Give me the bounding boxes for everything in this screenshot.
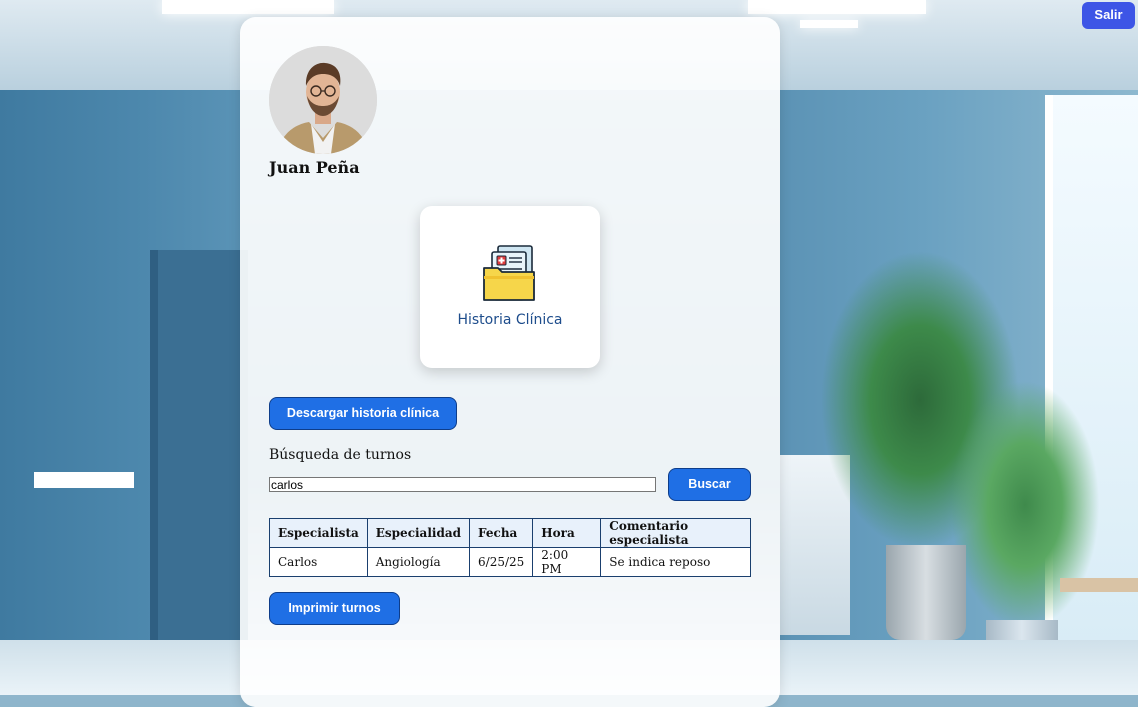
cell-date: 6/25/25: [469, 547, 534, 577]
print-appointments-button[interactable]: Imprimir turnos: [269, 592, 400, 625]
column-header-date: Fecha: [469, 518, 534, 548]
user-photo: [269, 46, 377, 154]
medical-history-card[interactable]: Historia Clínica: [420, 206, 600, 368]
table-header-row: Especialista Especialidad Fecha Hora Com…: [269, 518, 751, 548]
table-row: Carlos Angiología 6/25/25 2:00 PM Se ind…: [269, 547, 751, 577]
column-header-specialty: Especialidad: [366, 518, 471, 548]
ceiling-light: [800, 20, 858, 28]
search-input[interactable]: [269, 477, 656, 492]
cell-time: 2:00 PM: [532, 547, 602, 577]
cell-comment: Se indica reposo: [600, 547, 751, 577]
search-label: Búsqueda de turnos: [269, 447, 412, 463]
cell-specialty: Angiología: [366, 547, 471, 577]
appointments-table: Especialista Especialidad Fecha Hora Com…: [269, 518, 751, 577]
bench: [1060, 578, 1138, 592]
ceiling-light: [748, 0, 926, 14]
column-header-time: Hora: [532, 518, 602, 548]
avatar: [269, 46, 377, 154]
search-button[interactable]: Buscar: [668, 468, 751, 501]
ceiling-light: [162, 0, 334, 14]
plant-pot: [886, 545, 966, 640]
patient-panel: Juan Peña Historia Clínica Descargar his…: [240, 17, 780, 707]
column-header-comment: Comentario especialista: [600, 518, 751, 548]
column-header-specialist: Especialista: [269, 518, 368, 548]
medical-history-label: Historia Clínica: [457, 312, 563, 328]
wall-rail: [34, 472, 134, 488]
user-name: Juan Peña: [269, 158, 360, 177]
door: [150, 250, 248, 650]
exit-button[interactable]: Salir: [1082, 2, 1135, 29]
medical-folder-icon: [483, 245, 535, 301]
download-history-button[interactable]: Descargar historia clínica: [269, 397, 457, 430]
cell-specialist: Carlos: [269, 547, 368, 577]
plant-leaves: [950, 380, 1100, 630]
